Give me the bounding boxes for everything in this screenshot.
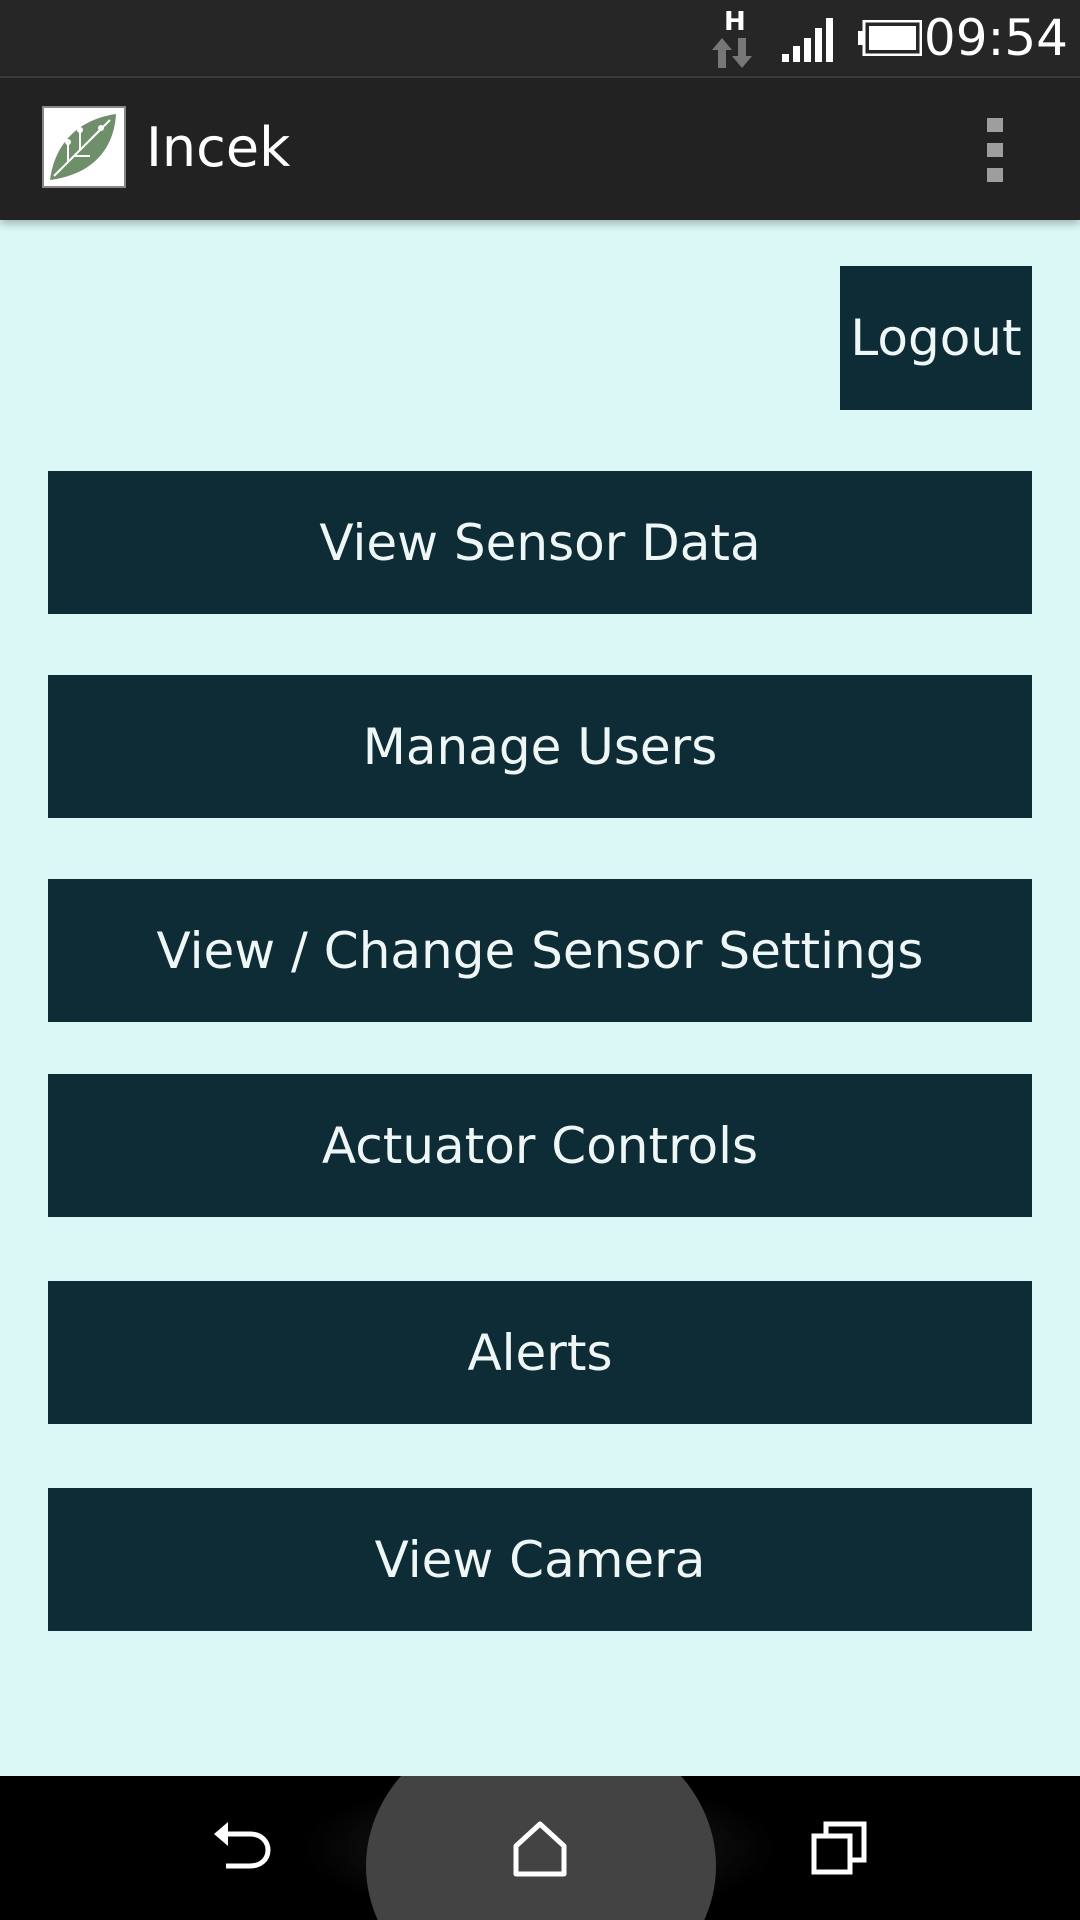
logout-button[interactable]: Logout	[840, 266, 1032, 410]
overflow-menu-icon[interactable]	[980, 118, 1010, 182]
action-bar: Incek	[0, 76, 1080, 220]
manage-users-button[interactable]: Manage Users	[48, 675, 1032, 818]
alerts-button[interactable]: Alerts	[48, 1281, 1032, 1424]
app-logo-icon	[42, 106, 126, 188]
view-sensor-data-button[interactable]: View Sensor Data	[48, 471, 1032, 614]
navigation-bar	[0, 1776, 1080, 1920]
sensor-settings-button[interactable]: View / Change Sensor Settings	[48, 879, 1032, 1022]
status-clock: 09:54	[923, 9, 1068, 67]
data-network-icon: H	[710, 6, 758, 74]
home-icon[interactable]	[504, 1812, 576, 1884]
actuator-controls-button[interactable]: Actuator Controls	[48, 1074, 1032, 1217]
status-bar: H 09:54	[0, 0, 1080, 76]
battery-icon	[858, 19, 923, 57]
back-icon[interactable]	[206, 1812, 278, 1884]
app-title: Incek	[146, 116, 291, 179]
recents-icon[interactable]	[804, 1812, 876, 1884]
signal-icon	[780, 16, 840, 66]
view-camera-button[interactable]: View Camera	[48, 1488, 1032, 1631]
network-type-label: H	[724, 7, 746, 37]
